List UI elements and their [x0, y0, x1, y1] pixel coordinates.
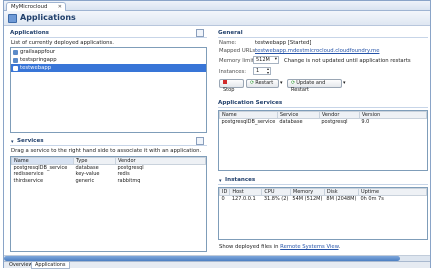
- column-header[interactable]: Host: [229, 188, 263, 196]
- close-icon[interactable]: ✕: [58, 4, 62, 10]
- table-cell: 0: [221, 196, 225, 202]
- deployed-files-hint: Show deployed files in Remote Systems Vi…: [219, 244, 341, 250]
- table-cell: 8M (2048M): [326, 196, 357, 202]
- list-item[interactable]: grailsappfour: [11, 48, 206, 56]
- services-table[interactable]: Name Type Vendor postgresqlDB_service dat…: [10, 156, 207, 252]
- column-header[interactable]: Vendor: [318, 111, 360, 119]
- deploy-icon[interactable]: [196, 29, 204, 37]
- table-row[interactable]: postgresqlDB_service database postgresql 9.…: [220, 119, 427, 125]
- instances-stepper[interactable]: 1 ▴ ▾: [253, 67, 271, 75]
- applications-section-title: Applications: [10, 30, 50, 36]
- applications-description: List of currently deployed applications.: [11, 40, 114, 46]
- update-restart-icon: ⟳: [291, 80, 296, 86]
- app-icon: [13, 66, 18, 71]
- remote-systems-view-link[interactable]: Remote Systems View: [280, 244, 338, 250]
- table-cell: 54M (512M): [292, 196, 323, 202]
- column-header[interactable]: Uptime: [357, 188, 428, 196]
- table-cell: generic: [75, 177, 95, 184]
- table-cell: postgresql: [321, 119, 348, 125]
- app-services-table[interactable]: Name Service Vendor Version postgresqlDB…: [218, 110, 428, 171]
- column-header[interactable]: Name: [11, 157, 74, 165]
- name-label: Name:: [219, 40, 237, 46]
- chevron-down-icon[interactable]: ▾: [343, 80, 346, 86]
- column-header[interactable]: Name: [219, 111, 278, 119]
- services-section-title: Services: [17, 138, 44, 144]
- divider: [218, 107, 428, 108]
- memory-label: Memory limit:: [219, 58, 256, 64]
- add-service-icon[interactable]: [196, 137, 204, 145]
- table-cell: 9.0: [361, 119, 370, 125]
- memory-note: Change is not updated until application …: [284, 58, 411, 64]
- table-cell: thirdservice: [13, 177, 44, 184]
- general-section-title: General: [218, 30, 243, 36]
- column-header[interactable]: CPU: [261, 188, 291, 196]
- instances-label: Instances:: [219, 69, 247, 75]
- list-item[interactable]: testspringapp: [11, 56, 206, 64]
- divider: [218, 37, 428, 38]
- update-restart-button[interactable]: ⟳Update and Restart: [287, 79, 342, 93]
- page-header: Applications: [4, 11, 430, 26]
- editor-tab-bar: MyMicrocloud ✕: [4, 1, 430, 11]
- chevron-down-icon: ▾: [274, 57, 277, 62]
- column-header[interactable]: Vendor: [115, 157, 206, 165]
- stop-button[interactable]: Stop: [219, 79, 244, 93]
- stepper-arrows-icon: ▴ ▾: [266, 66, 269, 75]
- table-cell: rabbitmq: [117, 177, 141, 184]
- list-item[interactable]: testwebapp: [11, 64, 206, 72]
- applications-list[interactable]: grailsappfour testspringapp testwebapp: [10, 47, 207, 133]
- mapped-url-link[interactable]: testwebapp.mdestmicrocloud.cloudfoundry.…: [255, 48, 379, 54]
- table-cell: 127.0.0.1: [231, 196, 256, 202]
- editor-tab[interactable]: MyMicrocloud ✕: [6, 2, 66, 11]
- restart-button[interactable]: ⟳Restart: [246, 79, 279, 88]
- divider: [10, 37, 207, 38]
- divider: [10, 145, 207, 146]
- table-cell: 31.8% (2): [263, 196, 289, 202]
- editor-page-tabs: Overview Applications: [4, 261, 430, 269]
- services-description: Drag a service to the right hand side to…: [11, 148, 202, 154]
- table-row[interactable]: thirdservice generic rabbitmq: [12, 178, 206, 185]
- column-header[interactable]: Memory: [289, 188, 325, 196]
- table-cell: postgresqlDB_service: [13, 165, 68, 171]
- app-services-section-title: Application Services: [218, 100, 283, 106]
- column-header[interactable]: Disk: [323, 188, 359, 196]
- instances-section-title: Instances: [225, 177, 256, 183]
- table-cell: database: [279, 119, 303, 125]
- chevron-down-icon[interactable]: ▾: [280, 80, 283, 86]
- divider: [218, 184, 428, 185]
- restart-icon: ⟳: [250, 80, 255, 86]
- instances-table[interactable]: ID Host CPU Memory Disk Uptime 0 127.0.0.…: [218, 187, 428, 240]
- column-header[interactable]: Type: [73, 157, 116, 165]
- table-cell: postgresqlDB_service: [221, 119, 276, 125]
- column-header[interactable]: Service: [276, 111, 320, 119]
- app-icon: [13, 58, 18, 63]
- urls-label: Mapped URLs:: [219, 48, 257, 54]
- stop-icon: [223, 80, 227, 84]
- table-cell: 0h 0m 7s: [360, 196, 384, 202]
- cloud-app-icon: [8, 14, 17, 23]
- table-row[interactable]: 0 127.0.0.1 31.8% (2) 54M (512M) 8M (2048M) 0…: [220, 196, 427, 202]
- column-header[interactable]: ID: [218, 188, 231, 196]
- page-title: Applications: [20, 13, 76, 22]
- editor-tab-label: MyMicrocloud: [11, 4, 48, 10]
- app-icon: [13, 50, 18, 55]
- memory-select[interactable]: 512M ▾: [253, 56, 279, 64]
- app-name-value: testwebapp [Started]: [255, 40, 312, 46]
- column-header[interactable]: Version: [358, 111, 428, 119]
